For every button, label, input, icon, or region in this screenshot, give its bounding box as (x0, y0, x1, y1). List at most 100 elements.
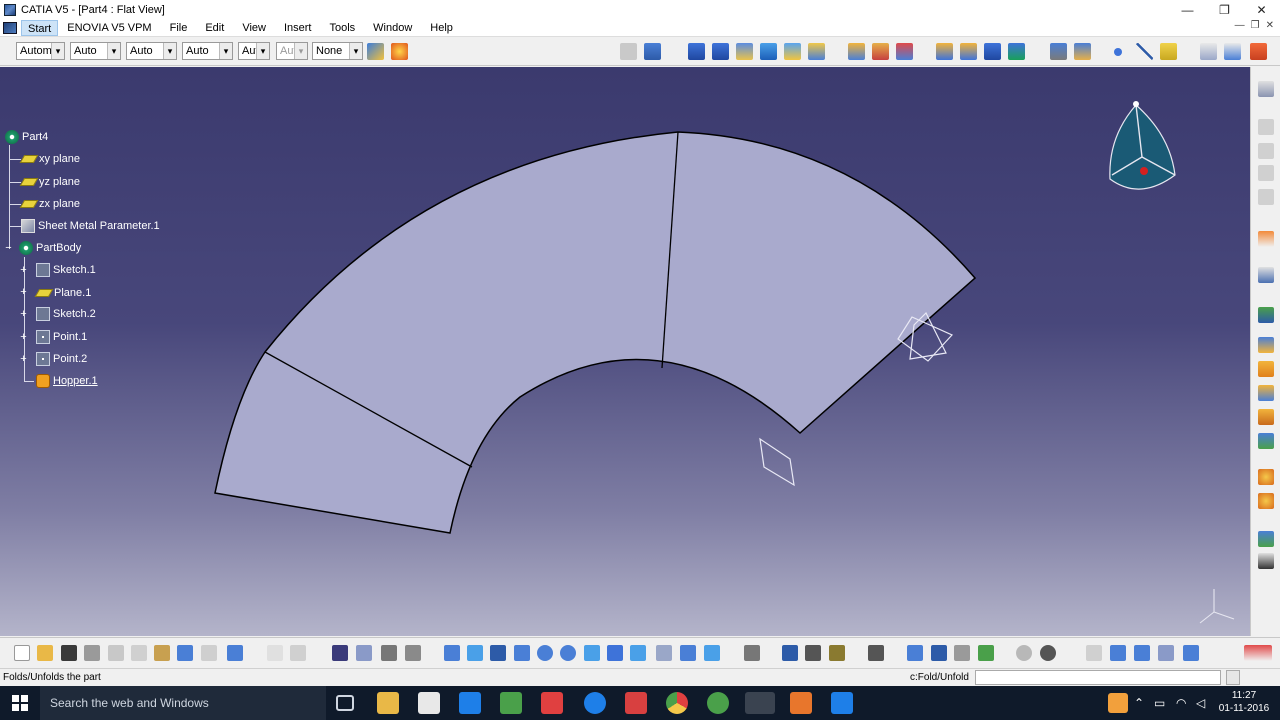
compass-toggle-icon[interactable] (1040, 645, 1056, 661)
layer-filter-icon[interactable] (978, 645, 994, 661)
tree-node-point-2[interactable]: Point.2 (36, 350, 87, 368)
menu-file[interactable]: File (161, 20, 197, 36)
options-icon[interactable] (1158, 645, 1174, 661)
fit-all-icon[interactable] (467, 645, 483, 661)
menu-window[interactable]: Window (364, 20, 421, 36)
doc-restore-button[interactable]: ❐ (1251, 20, 1260, 31)
save-flat-icon[interactable] (1258, 553, 1274, 569)
taskbar-clock[interactable]: 11:27 01-11-2016 (1214, 689, 1274, 715)
workbench-icon[interactable] (1258, 81, 1274, 97)
plane-symbol[interactable] (759, 437, 795, 487)
expand-point2-icon[interactable]: + (19, 354, 28, 365)
menu-insert[interactable]: Insert (275, 20, 321, 36)
normal-view-icon[interactable] (584, 645, 600, 661)
transparency-combo[interactable]: Auto (70, 42, 121, 60)
task-view-icon[interactable] (336, 695, 354, 711)
edge-browser-icon[interactable] (584, 692, 606, 714)
expand-sketch2-icon[interactable]: + (19, 309, 28, 320)
tree-node-zx-plane[interactable]: zx plane (19, 195, 80, 213)
swap-visible-space-icon[interactable] (704, 645, 720, 661)
wall-on-edge-icon[interactable] (712, 43, 729, 60)
fold-unfold-icon[interactable] (1050, 43, 1067, 60)
catalog-icon[interactable] (381, 645, 397, 661)
pattern-icon[interactable] (1258, 531, 1274, 547)
sheet-metal-parameters-icon[interactable] (620, 43, 637, 60)
extrusion-icon[interactable] (736, 43, 753, 60)
tray-app-icon[interactable] (1108, 693, 1128, 713)
catia-start-logo-icon[interactable] (3, 21, 17, 34)
folding-icon[interactable] (960, 43, 977, 60)
color-combo[interactable]: Autom (16, 42, 65, 60)
body-icon[interactable] (931, 645, 947, 661)
capture-icon[interactable] (868, 645, 884, 661)
chrome-icon[interactable] (666, 692, 688, 714)
hp-icon[interactable] (831, 692, 853, 714)
layer-combo[interactable]: None (312, 42, 363, 60)
sketcher-icon[interactable] (1200, 43, 1217, 60)
line-icon[interactable] (1136, 43, 1153, 60)
point-icon[interactable] (1114, 48, 1122, 56)
wps-icon[interactable] (541, 692, 563, 714)
table-icon[interactable] (332, 645, 348, 661)
menu-start[interactable]: Start (21, 19, 59, 36)
command-dropdown-button[interactable] (1226, 670, 1240, 685)
disabled-tool-4-icon[interactable] (1258, 189, 1274, 205)
tree-node-xy-plane[interactable]: xy plane (19, 150, 80, 168)
collapse-partbody-icon[interactable]: − (4, 243, 13, 254)
select-arrow-icon[interactable] (1258, 231, 1274, 247)
file-explorer-icon[interactable] (377, 692, 399, 714)
unfold-view-icon[interactable] (1008, 43, 1025, 60)
undo-icon[interactable] (177, 645, 193, 661)
minimize-button[interactable]: — (1169, 0, 1206, 19)
tree-node-part4[interactable]: Part4 (5, 128, 48, 146)
tree-node-partbody[interactable]: PartBody (19, 239, 81, 257)
ordered-set-icon[interactable] (954, 645, 970, 661)
whats-this-icon[interactable] (227, 645, 243, 661)
menu-edit[interactable]: Edit (196, 20, 233, 36)
corner-relief-icon[interactable] (1258, 469, 1274, 485)
iso-view-icon[interactable] (630, 645, 646, 661)
sketch-tool-icon[interactable] (1258, 267, 1274, 283)
shading-icon[interactable] (656, 645, 672, 661)
walls-recognition-icon[interactable] (644, 43, 661, 60)
plane-icon[interactable] (1160, 43, 1177, 60)
hide-show-icon[interactable] (680, 645, 696, 661)
measure-item-icon[interactable] (805, 645, 821, 661)
open-folder-icon[interactable] (37, 645, 53, 661)
wifi-icon[interactable]: ◠ (1176, 696, 1186, 710)
print-icon[interactable] (84, 645, 100, 661)
measure-inertia-icon[interactable] (829, 645, 845, 661)
compass-widget[interactable] (1109, 101, 1176, 190)
parameters-icon[interactable] (356, 645, 372, 661)
update-icon[interactable] (744, 645, 760, 661)
redo-icon[interactable] (201, 645, 217, 661)
tree-node-sketch-1[interactable]: Sketch.1 (36, 261, 96, 279)
new-file-icon[interactable] (14, 645, 30, 661)
menu-view[interactable]: View (233, 20, 275, 36)
taskbar-search-box[interactable]: Search the web and Windows (40, 686, 326, 720)
positioned-sketch-icon[interactable] (1224, 43, 1241, 60)
eraser-icon[interactable] (1183, 645, 1199, 661)
disabled-tool-1-icon[interactable] (1258, 119, 1274, 135)
hem-icon[interactable] (1258, 361, 1274, 377)
doc-close-button[interactable]: ✕ (1266, 20, 1274, 31)
menu-help[interactable]: Help (421, 20, 462, 36)
expand-sketch1-icon[interactable]: + (19, 265, 28, 276)
tree-node-yz-plane[interactable]: yz plane (19, 173, 80, 191)
flange-icon[interactable] (1258, 337, 1274, 353)
3d-viewport[interactable]: Part4 xy plane yz plane zx plane Sheet M… (0, 67, 1250, 636)
unfolding-icon[interactable] (936, 43, 953, 60)
swept-walls-icon[interactable] (808, 43, 825, 60)
tree-node-sheet-metal-parameter[interactable]: Sheet Metal Parameter.1 (21, 217, 160, 235)
close-button[interactable]: ✕ (1243, 0, 1280, 19)
fly-mode-icon[interactable] (444, 645, 460, 661)
tree-node-sketch-2[interactable]: Sketch.2 (36, 305, 96, 323)
disabled-tool-2-icon[interactable] (1258, 143, 1274, 159)
analysis-icon[interactable] (405, 645, 421, 661)
expand-plane1-icon[interactable]: + (19, 287, 28, 298)
geometry-set-icon[interactable] (907, 645, 923, 661)
pan-icon[interactable] (490, 645, 506, 661)
zoom-in-icon[interactable] (537, 645, 553, 661)
formula-icon[interactable] (267, 645, 283, 661)
windows-start-button[interactable] (0, 686, 40, 720)
